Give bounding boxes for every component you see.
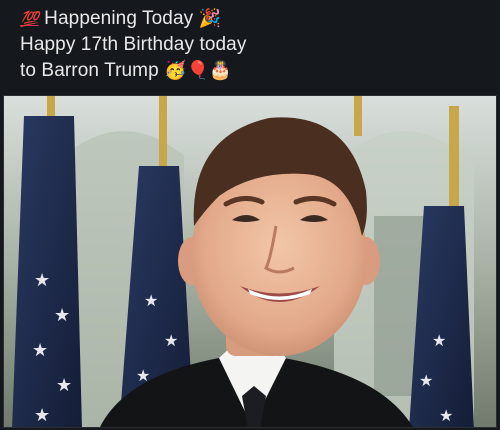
svg-text:★: ★ — [34, 405, 50, 426]
portrait-photo-illustration: ★ ★ ★ ★ ★ ★ ★ ★ ★ ★ ★ ★ — [4, 96, 496, 427]
post-line-3: to Barron Trump 🥳🎈🎂 — [20, 58, 490, 84]
post-line-2-text: Happy 17th Birthday today — [20, 34, 247, 55]
party-popper-emoji-icon: 🎉 — [198, 8, 222, 29]
svg-text:★: ★ — [54, 305, 70, 326]
partying-face-emoji-icon: 🥳 — [164, 60, 187, 81]
post-text: 💯 Happening Today 🎉 Happy 17th Birthday … — [20, 6, 490, 84]
birthday-cake-emoji-icon: 🎂 — [209, 60, 232, 81]
flagpole-far-right — [449, 106, 459, 216]
hundred-points-emoji-icon: 💯 — [20, 10, 39, 28]
post-line-1-text: Happening Today — [44, 8, 194, 29]
svg-text:★: ★ — [56, 375, 72, 396]
tweet-post: 💯 Happening Today 🎉 Happy 17th Birthday … — [0, 0, 500, 430]
svg-text:★: ★ — [432, 331, 446, 350]
post-line-1: 💯 Happening Today 🎉 — [20, 6, 490, 32]
svg-text:★: ★ — [439, 406, 453, 425]
svg-text:★: ★ — [419, 371, 433, 390]
balloon-emoji-icon: 🎈 — [186, 60, 210, 81]
post-line-2: Happy 17th Birthday today — [20, 32, 490, 58]
flagpole-center-finial — [159, 96, 167, 176]
post-line-3-text: to Barron Trump — [20, 60, 159, 81]
post-photo[interactable]: ★ ★ ★ ★ ★ ★ ★ ★ ★ ★ ★ ★ — [3, 95, 497, 428]
svg-text:★: ★ — [144, 291, 158, 310]
svg-text:★: ★ — [32, 340, 48, 361]
svg-text:★: ★ — [164, 331, 178, 350]
flagpole-right-finial — [354, 96, 362, 136]
svg-text:★: ★ — [34, 270, 50, 291]
